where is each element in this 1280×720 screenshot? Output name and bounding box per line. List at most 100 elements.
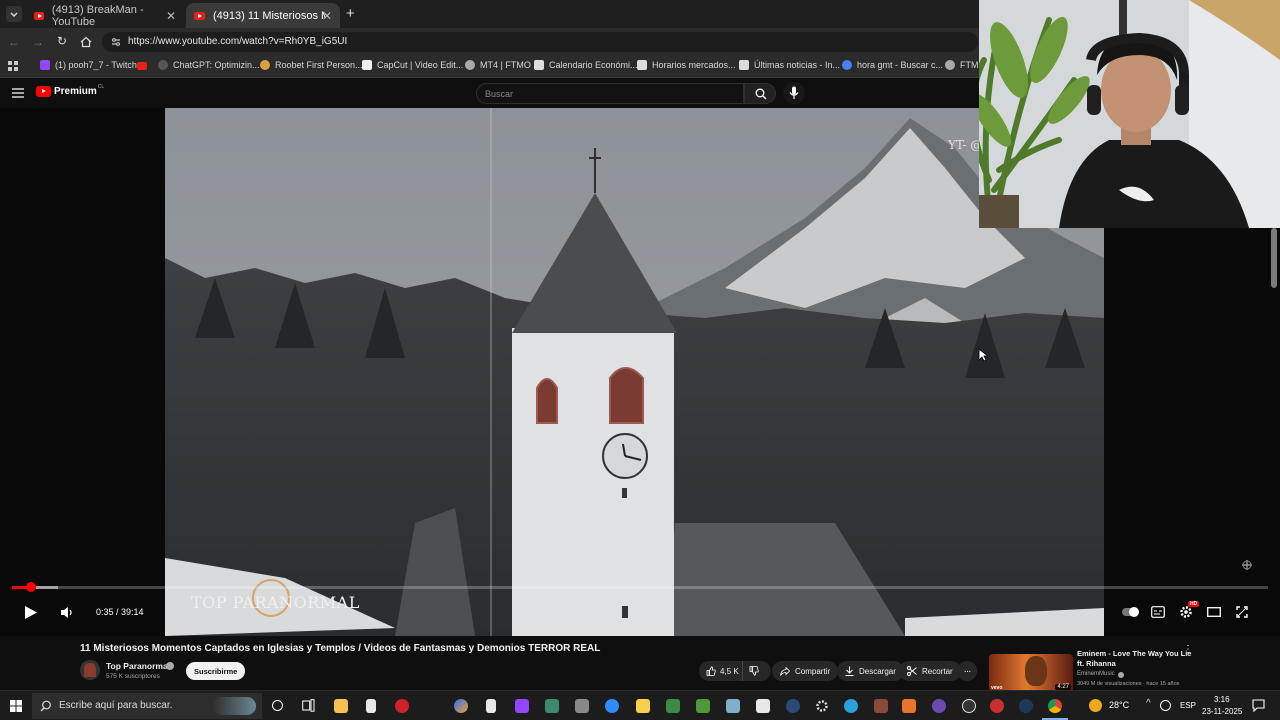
video-title: 11 Misteriosos Momentos Captados en Igle… [80, 643, 601, 654]
app-icon[interactable] [990, 699, 1004, 713]
url-field[interactable]: https://www.youtube.com/watch?v=Rh0YB_iG… [102, 32, 978, 52]
bookmark-calendario[interactable]: Calendario Económi... [534, 60, 638, 70]
grid-app-icon[interactable] [575, 699, 589, 713]
obs-icon[interactable] [932, 699, 946, 713]
steam-icon[interactable] [1019, 699, 1033, 713]
progress-bar[interactable] [12, 582, 1268, 592]
tab-breakman[interactable]: (4913) BreakMan - YouTube ✕ [26, 3, 184, 28]
video-player[interactable]: TOP PARANORMAL YT- @ [165, 108, 1104, 636]
download-button[interactable]: Descargar [837, 661, 904, 681]
bookmark-twitch[interactable]: (1) pooh7_7 - Twitch [40, 60, 137, 70]
recommended-title-line2[interactable]: ft. Rihanna [1077, 659, 1116, 668]
reload-icon[interactable]: ↻ [57, 34, 67, 48]
settings-gear-icon[interactable] [815, 699, 829, 713]
corner-overlay-text: YT- @ [948, 138, 983, 152]
share-icon [780, 666, 790, 676]
windows-start-icon[interactable] [10, 700, 22, 712]
tab-search-button[interactable] [6, 6, 22, 22]
temperature[interactable]: 28°C [1109, 700, 1129, 710]
bookmark-roobet[interactable]: Roobet First Person... [260, 60, 363, 70]
home-icon[interactable] [80, 36, 92, 48]
document-icon[interactable] [486, 699, 496, 713]
language-indicator[interactable]: ESP [1180, 701, 1196, 710]
chatgpt-icon [158, 60, 168, 70]
more-actions-button[interactable]: ··· [957, 661, 977, 681]
share-button[interactable]: Compartir [772, 661, 839, 681]
more-horizontal-icon: ··· [963, 665, 972, 677]
clock-date[interactable]: 23-11-2025 [1202, 707, 1242, 716]
forward-icon[interactable]: → [32, 35, 44, 49]
app-icon[interactable] [726, 699, 740, 713]
like-dislike-group: 4,5 K [699, 661, 771, 681]
search-icon [40, 700, 51, 712]
network-icon[interactable] [1160, 700, 1171, 711]
zoom-icon[interactable] [605, 699, 619, 713]
telegram-icon[interactable] [844, 699, 858, 713]
settings-gear-icon[interactable] [1179, 605, 1193, 619]
channel-avatar[interactable] [80, 660, 100, 680]
apps-grid-icon[interactable] [8, 61, 19, 72]
task-view-icon[interactable] [302, 699, 315, 712]
recommended-title-line1[interactable]: Eminem - Love The Way You Lie [1077, 649, 1191, 658]
clock-time[interactable]: 3:16 [1214, 695, 1230, 704]
site-info-icon[interactable] [110, 36, 122, 48]
chrome-icon[interactable] [1048, 699, 1062, 713]
fullscreen-icon[interactable] [1236, 606, 1248, 618]
file-explorer-icon[interactable] [334, 699, 348, 713]
close-icon[interactable]: ✕ [166, 9, 176, 23]
tab-active-video[interactable]: (4913) 11 Misteriosos Momento ✕ [186, 3, 340, 28]
app-icon[interactable] [874, 699, 888, 713]
play-icon[interactable] [24, 605, 38, 620]
opera-icon[interactable] [395, 699, 409, 713]
channel-name[interactable]: Top Paranormal [106, 661, 170, 671]
theater-mode-icon[interactable] [1207, 607, 1221, 617]
capcut-icon[interactable] [756, 699, 770, 713]
minecraft-icon[interactable] [696, 699, 710, 713]
autoplay-toggle[interactable] [1122, 607, 1139, 617]
miniplayer-hint-icon[interactable] [1240, 558, 1254, 572]
bookmark-ftmo-mt4[interactable]: MT4 | FTMO [465, 60, 531, 70]
streamer-webcam [979, 0, 1280, 228]
chevron-up-icon[interactable]: ^ [1146, 698, 1151, 709]
menu-icon[interactable] [12, 88, 24, 98]
clip-button[interactable]: Recortar [899, 661, 961, 681]
spreadsheet-icon[interactable] [666, 699, 680, 713]
notifications-icon[interactable] [1252, 699, 1265, 712]
sticky-notes-icon[interactable] [636, 699, 650, 713]
search-button[interactable] [744, 83, 776, 104]
network-app-icon[interactable] [545, 699, 559, 713]
recommended-thumbnail[interactable]: vevo 4:27 [989, 654, 1073, 692]
app-icon[interactable] [902, 699, 916, 713]
app-icon[interactable] [962, 699, 976, 713]
tab-title: (4913) 11 Misteriosos Momento [213, 9, 325, 22]
app-icon[interactable] [786, 699, 800, 713]
bookmark-capcut[interactable]: CapCut | Video Edit... [362, 60, 463, 70]
subscribe-button[interactable]: Suscribirme [186, 662, 246, 680]
search-highlight-image [212, 697, 256, 715]
volume-icon[interactable] [60, 606, 74, 619]
close-icon[interactable]: ✕ [322, 9, 332, 23]
voice-search-button[interactable] [783, 82, 805, 104]
copilot-icon[interactable] [454, 699, 468, 713]
search-input[interactable]: Buscar [476, 83, 744, 104]
bookmark-noticias[interactable]: Últimas noticias - In... [739, 60, 840, 70]
bookmark-chatgpt[interactable]: ChatGPT: Optimizin... [158, 60, 260, 70]
twitch-icon[interactable] [515, 699, 529, 713]
new-tab-button[interactable]: + [346, 5, 355, 22]
youtube-bookmark-icon[interactable] [137, 62, 147, 70]
subtitles-icon[interactable] [1151, 606, 1165, 618]
bookmark-hora-gmt[interactable]: hora gmt - Buscar c... [842, 60, 943, 70]
notepad-icon[interactable] [366, 699, 376, 713]
bookmark-horarios[interactable]: Horarios mercados... [637, 60, 736, 70]
google-icon [842, 60, 852, 70]
dislike-button[interactable] [749, 666, 759, 678]
more-vertical-icon[interactable]: ⋮ [1183, 645, 1193, 655]
page-scrollbar[interactable] [1271, 228, 1277, 288]
video-frame [165, 108, 1104, 636]
taskbar-search-box[interactable]: Escribe aquí para buscar. [32, 693, 262, 719]
progress-scrubber[interactable] [25, 582, 36, 592]
back-icon[interactable]: ← [8, 35, 20, 49]
like-button[interactable]: 4,5 K [699, 661, 743, 681]
youtube-logo[interactable]: Premium CL [36, 84, 104, 97]
cortana-icon[interactable] [272, 700, 283, 711]
